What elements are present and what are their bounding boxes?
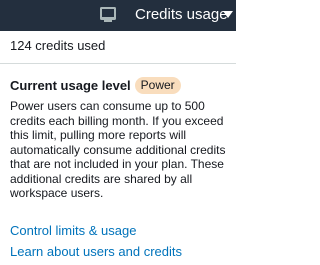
top-bar: Credits usage [0, 0, 236, 31]
usage-level-title: Current usage level [10, 77, 131, 93]
monitor-icon[interactable] [98, 4, 118, 24]
divider [0, 63, 236, 64]
usage-level-heading: Current usage level Power [10, 76, 181, 94]
usage-level-description: Power users can consume up to 500 credit… [10, 99, 226, 200]
learn-about-credits-link[interactable]: Learn about users and credits [10, 244, 182, 260]
control-limits-link[interactable]: Control limits & usage [10, 223, 136, 239]
credits-usage-menu[interactable]: Credits usage [135, 6, 228, 24]
caret-down-icon[interactable] [223, 11, 233, 18]
credits-used-count: 124 credits used [10, 38, 106, 53]
usage-level-badge: Power [134, 76, 181, 94]
